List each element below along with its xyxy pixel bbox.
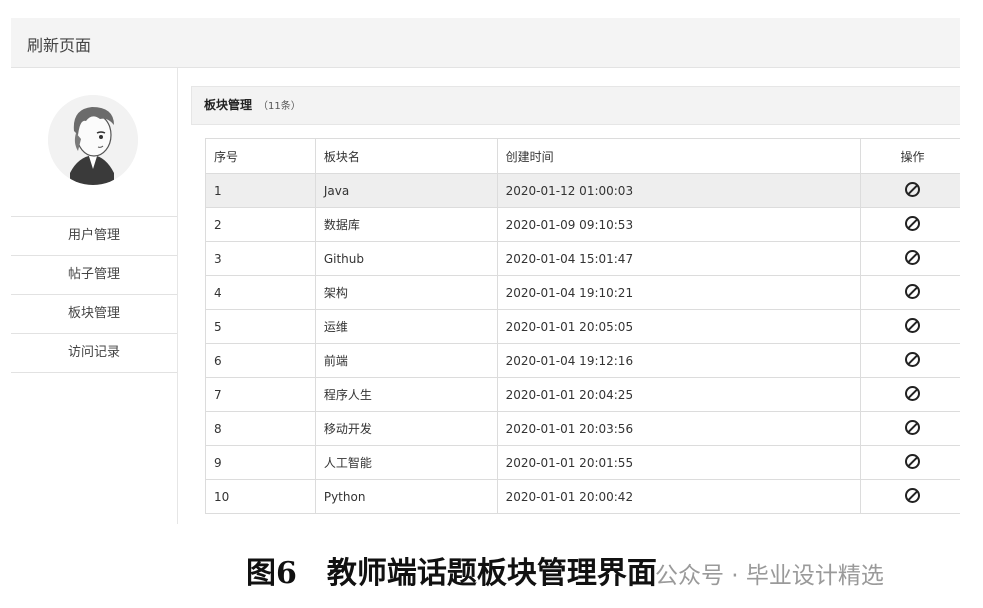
panel-header: 板块管理 （11条） [191, 86, 960, 125]
table-header-row: 序号 板块名 创建时间 操作 [205, 138, 960, 174]
cell-actions [860, 241, 960, 276]
cell-board-name: 人工智能 [314, 445, 498, 480]
cell-id: 4 [205, 275, 316, 310]
sidebar-item-boards[interactable]: 板块管理 [11, 294, 177, 333]
cell-id: 1 [205, 173, 316, 208]
ban-icon[interactable] [905, 249, 921, 265]
cell-board-name: Python [314, 479, 498, 514]
cell-board-name: 架构 [314, 275, 498, 310]
table-row: 7 程序人生 2020-01-01 20:04:25 [205, 377, 960, 412]
cell-actions [860, 309, 960, 344]
table-row: 8 移动开发 2020-01-01 20:03:56 [205, 411, 960, 446]
cell-id: 9 [205, 445, 316, 480]
ban-icon[interactable] [905, 181, 921, 197]
sidebar-nav: 用户管理 帖子管理 板块管理 访问记录 [11, 216, 177, 373]
column-header-id: 序号 [205, 138, 316, 174]
cell-created-time: 2020-01-12 01:00:03 [496, 173, 862, 208]
cell-created-time: 2020-01-04 19:10:21 [496, 275, 862, 310]
cell-board-name: Java [314, 173, 498, 208]
cell-id: 8 [205, 411, 316, 446]
cell-created-time: 2020-01-09 09:10:53 [496, 207, 862, 242]
cell-created-time: 2020-01-01 20:04:25 [496, 377, 862, 412]
cell-created-time: 2020-01-01 20:03:56 [496, 411, 862, 446]
table-row: 4 架构 2020-01-04 19:10:21 [205, 275, 960, 310]
cell-created-time: 2020-01-01 20:05:05 [496, 309, 862, 344]
table-row: 1 Java 2020-01-12 01:00:03 [205, 173, 960, 208]
column-header-created: 创建时间 [496, 138, 862, 174]
cell-actions [860, 207, 960, 242]
cell-actions [860, 343, 960, 378]
sidebar-item-posts[interactable]: 帖子管理 [11, 255, 177, 294]
ban-icon[interactable] [905, 385, 921, 401]
table-row: 9 人工智能 2020-01-01 20:01:55 [205, 445, 960, 480]
cell-actions [860, 173, 960, 208]
cell-board-name: 运维 [314, 309, 498, 344]
avatar [48, 95, 138, 185]
table-row: 3 Github 2020-01-04 15:01:47 [205, 241, 960, 276]
cell-board-name: Github [314, 241, 498, 276]
ban-icon[interactable] [905, 351, 921, 367]
cell-actions [860, 377, 960, 412]
cell-id: 10 [205, 479, 316, 514]
cell-board-name: 移动开发 [314, 411, 498, 446]
ban-icon[interactable] [905, 453, 921, 469]
cell-id: 6 [205, 343, 316, 378]
table-row: 10 Python 2020-01-01 20:00:42 [205, 479, 960, 514]
board-management-panel: 板块管理 （11条） 序号 板块名 创建时间 操作 1 Java 2020-01-12… [191, 86, 960, 524]
app-screen: 刷新页面 用户管理 帖子管理 板块管理 访问记录 板块管理 （11条） 序号 板… [11, 18, 960, 524]
cell-created-time: 2020-01-04 15:01:47 [496, 241, 862, 276]
ban-icon[interactable] [905, 215, 921, 231]
cell-id: 2 [205, 207, 316, 242]
table-row: 6 前端 2020-01-04 19:12:16 [205, 343, 960, 378]
sidebar: 用户管理 帖子管理 板块管理 访问记录 [11, 68, 178, 524]
cell-board-name: 程序人生 [314, 377, 498, 412]
figure-caption: 图6 教师端话题板块管理界面 [246, 556, 657, 591]
cell-actions [860, 411, 960, 446]
table-body: 1 Java 2020-01-12 01:00:03 2 数据库 2020-01-09 0… [205, 173, 960, 514]
cell-created-time: 2020-01-01 20:01:55 [496, 445, 862, 480]
table-row: 2 数据库 2020-01-09 09:10:53 [205, 207, 960, 242]
refresh-page-link[interactable]: 刷新页面 [27, 32, 91, 56]
column-header-name: 板块名 [314, 138, 498, 174]
cell-actions [860, 275, 960, 310]
cell-id: 7 [205, 377, 316, 412]
cell-actions [860, 479, 960, 514]
user-avatar-icon [48, 95, 138, 185]
boards-table: 序号 板块名 创建时间 操作 1 Java 2020-01-12 01:00:03 2… [205, 138, 960, 514]
cell-id: 3 [205, 241, 316, 276]
ban-icon[interactable] [905, 419, 921, 435]
record-count: （11条） [258, 101, 301, 112]
table-row: 5 运维 2020-01-01 20:05:05 [205, 309, 960, 344]
ban-icon[interactable] [905, 317, 921, 333]
sidebar-item-access-logs[interactable]: 访问记录 [11, 333, 177, 373]
column-header-actions: 操作 [860, 138, 960, 174]
cell-board-name: 前端 [314, 343, 498, 378]
top-bar: 刷新页面 [11, 18, 960, 68]
cell-actions [860, 445, 960, 480]
cell-id: 5 [205, 309, 316, 344]
cell-created-time: 2020-01-01 20:00:42 [496, 479, 862, 514]
watermark-text: 公众号 · 毕业设计精选 [655, 563, 884, 589]
cell-created-time: 2020-01-04 19:12:16 [496, 343, 862, 378]
panel-title: 板块管理 [204, 98, 253, 112]
ban-icon[interactable] [905, 487, 921, 503]
sidebar-item-users[interactable]: 用户管理 [11, 216, 177, 255]
cell-board-name: 数据库 [314, 207, 498, 242]
ban-icon[interactable] [905, 283, 921, 299]
